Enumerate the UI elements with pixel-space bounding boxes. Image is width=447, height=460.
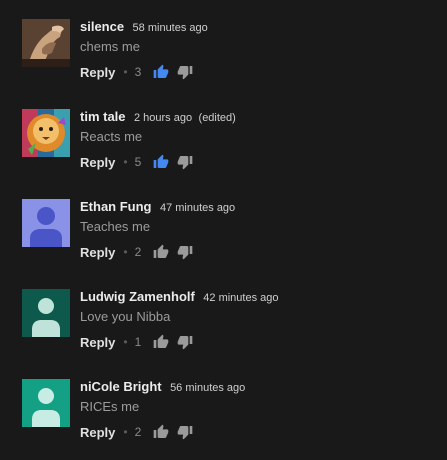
reply-button[interactable]: Reply (80, 245, 115, 260)
thumbs-down-icon (177, 66, 193, 80)
reply-button[interactable]: Reply (80, 425, 115, 440)
avatar[interactable] (22, 379, 70, 427)
comment-header: silence 58 minutes ago (80, 19, 432, 35)
separator-dot: • (123, 65, 128, 79)
thumbs-up-icon (153, 334, 169, 348)
comment-body: silence 58 minutes ago chems me Reply • … (80, 19, 432, 82)
comment-header: Ludwig Zamenholf 42 minutes ago (80, 289, 432, 305)
thumbs-down-icon (177, 426, 193, 440)
like-button[interactable] (153, 154, 169, 170)
default-user-icon (22, 199, 70, 247)
default-user-icon (22, 289, 70, 337)
default-user-icon (22, 379, 70, 427)
like-button[interactable] (153, 244, 169, 260)
like-count: 3 (134, 65, 142, 79)
reply-button[interactable]: Reply (80, 335, 115, 350)
dislike-button[interactable] (177, 64, 193, 80)
like-button[interactable] (153, 334, 169, 350)
comment-actions: Reply • 5 (80, 152, 432, 172)
thumbs-down-icon (177, 336, 193, 350)
thumbs-up-icon (153, 424, 169, 438)
thumbs-up-icon (153, 64, 169, 78)
comment-text: RICEs me (80, 399, 140, 414)
timestamp[interactable]: 56 minutes ago (170, 382, 245, 394)
author-name[interactable]: Ethan Fung (80, 199, 152, 214)
thumbs-down-icon (177, 246, 193, 260)
like-button[interactable] (153, 424, 169, 440)
separator-dot: • (123, 425, 128, 439)
comment-text: Love you Nibba (80, 309, 171, 324)
timestamp[interactable]: 2 hours ago (134, 112, 192, 124)
like-button[interactable] (153, 64, 169, 80)
comment-actions: Reply • 2 (80, 422, 432, 442)
like-count: 2 (134, 245, 142, 259)
comment-item: niCole Bright 56 minutes ago RICEs me Re… (22, 379, 432, 451)
avatar[interactable] (22, 199, 70, 247)
dislike-button[interactable] (177, 334, 193, 350)
comment-body: tim tale 2 hours ago (edited) Reacts me … (80, 109, 432, 172)
avatar[interactable] (22, 19, 70, 67)
author-name[interactable]: tim tale (80, 109, 126, 124)
comment-actions: Reply • 2 (80, 242, 432, 262)
edited-label: (edited) (198, 112, 236, 124)
like-count: 1 (134, 335, 142, 349)
comment-header: niCole Bright 56 minutes ago (80, 379, 432, 395)
comment-body: Ethan Fung 47 minutes ago Teaches me Rep… (80, 199, 432, 262)
like-count: 2 (134, 425, 142, 439)
lion-photo-icon (22, 109, 70, 157)
comment-item: Ludwig Zamenholf 42 minutes ago Love you… (22, 289, 432, 361)
separator-dot: • (123, 155, 128, 169)
timestamp[interactable]: 47 minutes ago (160, 202, 235, 214)
thumbs-down-icon (177, 156, 193, 170)
dislike-button[interactable] (177, 424, 193, 440)
reply-button[interactable]: Reply (80, 155, 115, 170)
thumbs-up-icon (153, 244, 169, 258)
avatar[interactable] (22, 109, 70, 157)
comment-header: Ethan Fung 47 minutes ago (80, 199, 432, 215)
comment-body: niCole Bright 56 minutes ago RICEs me Re… (80, 379, 432, 442)
reply-button[interactable]: Reply (80, 65, 115, 80)
author-name[interactable]: silence (80, 19, 124, 34)
avatar[interactable] (22, 289, 70, 337)
like-count: 5 (134, 155, 142, 169)
separator-dot: • (123, 335, 128, 349)
thumbs-up-icon (153, 154, 169, 168)
comment-text: Teaches me (80, 219, 151, 234)
separator-dot: • (123, 245, 128, 259)
timestamp[interactable]: 58 minutes ago (133, 22, 208, 34)
dislike-button[interactable] (177, 244, 193, 260)
comment-body: Ludwig Zamenholf 42 minutes ago Love you… (80, 289, 432, 352)
comment-item: Ethan Fung 47 minutes ago Teaches me Rep… (22, 199, 432, 271)
photo-icon (22, 19, 70, 67)
comment-header: tim tale 2 hours ago (edited) (80, 109, 432, 125)
author-name[interactable]: niCole Bright (80, 379, 162, 394)
comment-item: silence 58 minutes ago chems me Reply • … (22, 19, 432, 91)
comment-item: tim tale 2 hours ago (edited) Reacts me … (22, 109, 432, 181)
author-name[interactable]: Ludwig Zamenholf (80, 289, 195, 304)
dislike-button[interactable] (177, 154, 193, 170)
comment-list: silence 58 minutes ago chems me Reply • … (0, 0, 447, 460)
comment-text: Reacts me (80, 129, 143, 144)
comment-actions: Reply • 3 (80, 62, 432, 82)
timestamp[interactable]: 42 minutes ago (203, 292, 278, 304)
comment-actions: Reply • 1 (80, 332, 432, 352)
comment-text: chems me (80, 39, 140, 54)
